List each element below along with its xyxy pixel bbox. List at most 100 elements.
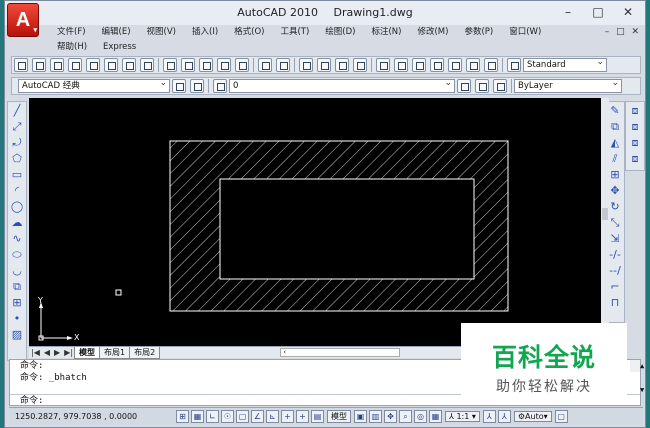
new-file-icon[interactable] — [14, 58, 28, 72]
zoom-realtime-icon[interactable] — [317, 58, 331, 72]
insert-block-icon[interactable]: ⧉ — [10, 280, 24, 294]
block-editor-icon[interactable] — [235, 58, 249, 72]
extend-icon[interactable]: --/ — [608, 264, 622, 278]
tab-next-icon[interactable]: ▶ — [52, 348, 62, 357]
auto-scale-icon[interactable]: ⅄ — [497, 410, 511, 423]
drawing-canvas[interactable]: Y X — [29, 98, 601, 346]
tool-palettes-icon[interactable] — [412, 58, 426, 72]
spline-icon[interactable]: ∿ — [10, 232, 24, 246]
tab-model[interactable]: 模型 — [74, 346, 101, 359]
publish-icon[interactable] — [122, 58, 136, 72]
bring-above-icon[interactable]: ⧈ — [628, 136, 642, 150]
pan-status-icon[interactable]: ✥ — [384, 410, 397, 423]
bring-to-front-icon[interactable]: ⧈ — [628, 104, 642, 118]
application-menu-button[interactable]: A ▾ — [7, 3, 39, 37]
clean-screen-icon[interactable]: ▢ — [554, 410, 568, 423]
circle-icon[interactable]: ◯ — [10, 200, 24, 214]
object-snap-tracking-icon[interactable]: ∠ — [251, 410, 264, 423]
model-space-button[interactable]: 模型 — [327, 410, 351, 423]
break-icon[interactable]: ⌐ — [608, 280, 622, 294]
layer-states-icon[interactable] — [493, 79, 507, 93]
workspace-combo[interactable]: AutoCAD 经典 — [18, 79, 170, 93]
join-icon[interactable]: ⊓ — [608, 296, 622, 310]
maximize-button[interactable]: □ — [583, 4, 613, 20]
workspace-switch[interactable]: ⚙Auto▾ — [513, 411, 552, 422]
quick-properties-icon[interactable]: ▤ — [311, 410, 324, 423]
arc-icon[interactable]: ◜ — [10, 184, 24, 198]
polar-tracking-icon[interactable]: ☉ — [221, 410, 234, 423]
hatch-icon[interactable]: ▨ — [10, 328, 24, 342]
zoom-status-icon[interactable]: ⌕ — [399, 410, 412, 423]
zoom-previous-icon[interactable] — [353, 58, 367, 72]
design-center-icon[interactable] — [394, 58, 408, 72]
grid-display-icon[interactable]: ▦ — [191, 410, 204, 423]
pan-icon[interactable] — [299, 58, 313, 72]
array-icon[interactable]: ⊞ — [608, 168, 622, 182]
workspace-settings-icon[interactable] — [172, 79, 186, 93]
showmotion-icon[interactable]: ▦ — [429, 410, 442, 423]
document-window-controls[interactable]: – □ ✕ — [605, 27, 641, 37]
scale-icon[interactable]: ⤡ — [608, 216, 622, 230]
scroll-thumb[interactable] — [602, 208, 608, 220]
match-properties-icon[interactable] — [217, 58, 231, 72]
properties-icon[interactable] — [376, 58, 390, 72]
polygon-icon[interactable]: ⬠ — [10, 152, 24, 166]
menu-item[interactable]: 工具(T) — [272, 25, 317, 40]
menu-item[interactable]: 窗口(W) — [501, 25, 549, 40]
make-block-icon[interactable]: ⊞ — [10, 296, 24, 310]
revision-cloud-icon[interactable]: ☁ — [10, 216, 24, 230]
copy-object-icon[interactable]: ⧉ — [608, 120, 622, 134]
rotate-icon[interactable]: ↻ — [608, 200, 622, 214]
lineweight-icon[interactable]: + — [296, 410, 309, 423]
help-icon[interactable] — [484, 58, 498, 72]
menu-item[interactable]: 文件(F) — [49, 25, 94, 40]
rectangle-icon[interactable]: ▭ — [10, 168, 24, 182]
text-style-combo[interactable]: Standard — [523, 58, 607, 72]
menu-item[interactable]: 格式(O) — [226, 25, 272, 40]
tab-first-icon[interactable]: |◀ — [29, 348, 42, 357]
layer-previous-icon[interactable] — [475, 79, 489, 93]
color-combo[interactable]: ByLayer — [514, 79, 622, 93]
steering-wheel-icon[interactable]: ◎ — [414, 410, 427, 423]
send-under-icon[interactable]: ⧈ — [628, 152, 642, 166]
layer-manager-icon[interactable] — [213, 79, 227, 93]
dynamic-ucs-icon[interactable]: ⊾ — [266, 410, 279, 423]
text-style-icon[interactable] — [507, 58, 521, 72]
tab-prev-icon[interactable]: ◀ — [42, 348, 52, 357]
point-icon[interactable]: • — [10, 312, 24, 326]
minimize-button[interactable]: – — [553, 4, 583, 20]
menu-item[interactable]: 插入(I) — [184, 25, 226, 40]
quickcalc-icon[interactable] — [466, 58, 480, 72]
menu-item[interactable]: 绘图(D) — [317, 25, 363, 40]
ellipse-icon[interactable]: ⬭ — [10, 248, 24, 262]
send-to-back-icon[interactable]: ⧈ — [628, 120, 642, 134]
trim-icon[interactable]: -/- — [608, 248, 622, 262]
open-file-icon[interactable] — [32, 58, 46, 72]
quick-view-layouts-icon[interactable]: ▣ — [354, 410, 367, 423]
snap-mode-icon[interactable]: ⊞ — [176, 410, 189, 423]
layer-properties-icon[interactable] — [190, 79, 204, 93]
horizontal-scrollbar[interactable]: ‹ — [280, 348, 401, 357]
move-icon[interactable]: ✥ — [608, 184, 622, 198]
line-icon[interactable]: ╱ — [10, 104, 24, 118]
sheet-set-icon[interactable] — [430, 58, 444, 72]
tab-layout2[interactable]: 布局2 — [129, 346, 161, 359]
ortho-mode-icon[interactable]: ∟ — [206, 410, 219, 423]
mirror-icon[interactable]: ◭ — [608, 136, 622, 150]
cut-icon[interactable] — [163, 58, 177, 72]
menu-item[interactable]: 编辑(E) — [94, 25, 139, 40]
print-icon[interactable] — [68, 58, 82, 72]
erase-icon[interactable]: ✎ — [608, 104, 622, 118]
ellipse-arc-icon[interactable]: ◡ — [10, 264, 24, 278]
print-preview-icon[interactable] — [86, 58, 100, 72]
offset-icon[interactable]: ⫽ — [608, 152, 622, 166]
close-button[interactable]: ✕ — [613, 4, 643, 20]
command-scrollbar[interactable]: ▲ ▼ — [630, 360, 644, 394]
tab-layout1[interactable]: 布局1 — [99, 346, 131, 359]
zoom-window-icon[interactable] — [335, 58, 349, 72]
hatch-fill[interactable] — [170, 141, 508, 311]
plot-icon[interactable] — [104, 58, 118, 72]
vertical-scrollbar[interactable] — [601, 98, 609, 346]
paste-icon[interactable] — [199, 58, 213, 72]
save-icon[interactable] — [50, 58, 64, 72]
